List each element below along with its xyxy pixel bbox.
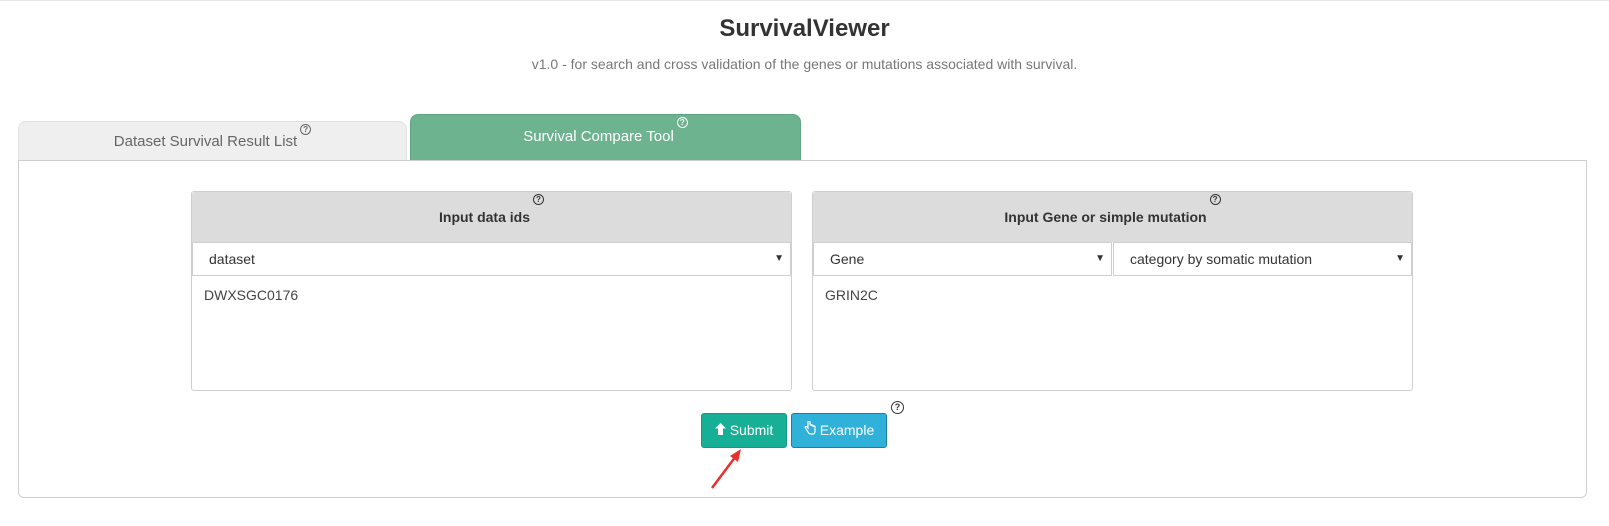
type-select[interactable]: Gene ▼ — [813, 242, 1112, 276]
annotation-arrow-icon — [711, 449, 741, 489]
page-title: SurvivalViewer — [719, 15, 890, 42]
help-icon[interactable]: ? — [300, 124, 312, 135]
tab-dataset-survival-result-list[interactable]: Dataset Survival Result List? — [18, 121, 407, 161]
submit-button[interactable]: Submit — [701, 413, 787, 448]
hand-pointer-icon — [804, 414, 816, 447]
arrow-up-icon — [714, 414, 726, 447]
select-value: category by somatic mutation — [1130, 251, 1313, 267]
caret-down-icon: ▼ — [774, 253, 784, 264]
help-icon[interactable]: ? — [533, 194, 544, 205]
category-select[interactable]: category by somatic mutation ▼ — [1113, 242, 1412, 276]
heading-label: Input data ids — [439, 209, 530, 225]
gene-textarea[interactable]: GRIN2C — [813, 276, 1412, 390]
tab-survival-compare-tool[interactable]: Survival Compare Tool? — [410, 114, 801, 161]
submit-label: Submit — [729, 422, 774, 438]
top-divider — [0, 0, 1609, 1]
input-gene-heading: Input Gene or simple mutation? — [813, 192, 1412, 242]
tab-label: Survival Compare Tool — [523, 128, 674, 145]
help-icon[interactable]: ? — [676, 117, 688, 128]
data-ids-textarea[interactable]: DWXSGC0176 — [192, 276, 791, 390]
select-value: Gene — [830, 251, 865, 267]
tab-label: Dataset Survival Result List — [113, 133, 298, 150]
example-label: Example — [819, 422, 875, 438]
help-icon[interactable]: ? — [891, 401, 904, 414]
example-button[interactable]: Example — [791, 413, 887, 448]
heading-label: Input Gene or simple mutation — [1004, 209, 1207, 225]
help-icon[interactable]: ? — [1209, 194, 1221, 205]
caret-down-icon: ▼ — [1095, 253, 1105, 264]
select-value: dataset — [209, 251, 255, 267]
page-subtitle: v1.0 - for search and cross validation o… — [531, 56, 1078, 72]
caret-down-icon: ▼ — [1395, 253, 1405, 264]
input-gene-box: Input Gene or simple mutation? Gene ▼ ca… — [812, 191, 1413, 391]
input-data-ids-heading: Input data ids? — [192, 192, 791, 242]
dataset-select[interactable]: dataset ▼ — [192, 242, 791, 276]
input-data-ids-box: Input data ids? dataset ▼ DWXSGC0176 — [191, 191, 792, 391]
